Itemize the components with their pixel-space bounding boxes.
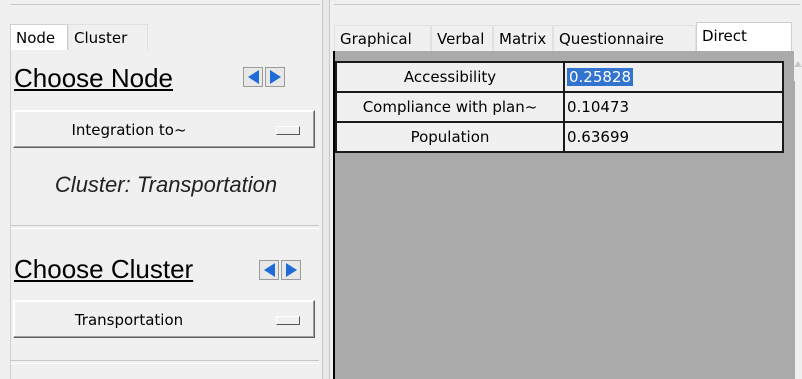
triangle-left-icon <box>247 70 259 84</box>
next-cluster-button[interactable] <box>281 260 301 280</box>
row-value-cell[interactable]: 0.25828 <box>563 61 784 93</box>
selected-value[interactable]: 0.25828 <box>567 68 634 86</box>
separator <box>11 360 319 364</box>
tab-cluster[interactable]: Cluster <box>68 24 148 50</box>
cluster-nav-arrows <box>259 260 301 280</box>
table-row: Accessibility 0.25828 <box>335 61 784 93</box>
choose-node-title: Choose Node <box>14 63 173 93</box>
cluster-combo-indicator-icon <box>276 316 300 325</box>
tab-node[interactable]: Node <box>10 24 68 50</box>
cluster-combo[interactable]: Transportation <box>13 300 315 338</box>
tab-questionnaire[interactable]: Questionnaire <box>553 25 696 51</box>
node-combo-indicator-icon <box>276 126 300 135</box>
node-combo[interactable]: Integration to~ <box>13 110 315 148</box>
top-strip <box>0 0 802 10</box>
scrollbar[interactable] <box>794 51 802 81</box>
next-node-button[interactable] <box>265 67 285 87</box>
row-name-cell: Accessibility <box>335 61 565 93</box>
pane-splitter[interactable] <box>322 0 330 379</box>
direct-table: Accessibility 0.25828 Compliance with pl… <box>335 61 784 153</box>
prev-node-button[interactable] <box>243 67 263 87</box>
row-name-cell: Population <box>335 121 565 153</box>
table-row: Population 0.63699 <box>335 121 784 153</box>
row-value-cell[interactable]: 0.10473 <box>563 91 784 123</box>
top-border-left <box>10 4 320 5</box>
row-name-cell: Compliance with plan~ <box>335 91 565 123</box>
node-nav-arrows <box>243 67 285 87</box>
triangle-left-icon <box>263 263 275 277</box>
top-border-right <box>334 4 800 5</box>
right-pane: Graphical Verbal Matrix Questionnaire Di… <box>330 10 802 379</box>
table-row: Compliance with plan~ 0.10473 <box>335 91 784 123</box>
node-panel: Choose Node Integration to~ Cluster: Tra… <box>10 50 321 379</box>
tab-direct[interactable]: Direct <box>696 22 792 51</box>
tab-verbal[interactable]: Verbal <box>431 25 493 51</box>
tab-matrix[interactable]: Matrix <box>493 25 553 51</box>
tab-graphical[interactable]: Graphical <box>334 25 431 51</box>
direct-grid: Accessibility 0.25828 Compliance with pl… <box>333 51 795 379</box>
left-pane: Node Cluster Choose Node Integration to~… <box>0 10 322 379</box>
cluster-caption: Cluster: Transportation <box>54 172 278 197</box>
prev-cluster-button[interactable] <box>259 260 279 280</box>
cluster-combo-label: Transportation <box>74 311 184 329</box>
triangle-right-icon <box>285 263 297 277</box>
choose-cluster-title: Choose Cluster <box>14 254 194 284</box>
node-combo-label: Integration to~ <box>71 121 187 139</box>
separator <box>11 225 319 229</box>
row-value-cell[interactable]: 0.63699 <box>563 121 784 153</box>
triangle-right-icon <box>269 70 281 84</box>
